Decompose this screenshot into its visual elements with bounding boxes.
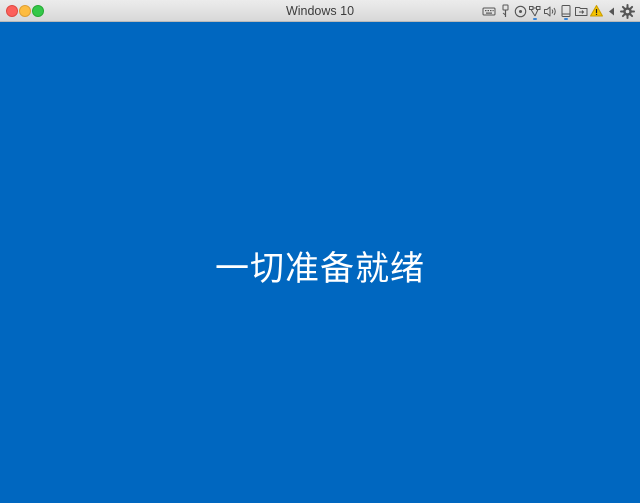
close-button[interactable]: [6, 5, 18, 17]
minimize-button[interactable]: [19, 5, 31, 17]
network-icon[interactable]: [528, 3, 543, 20]
sound-icon[interactable]: [543, 3, 558, 19]
title-bar[interactable]: Windows 10: [0, 0, 640, 22]
zoom-button[interactable]: [32, 5, 44, 17]
warning-icon[interactable]: [589, 3, 604, 19]
network-active-indicator: [533, 18, 537, 20]
back-arrow-icon[interactable]: [604, 3, 619, 19]
setup-status-message: 一切准备就绪: [215, 249, 425, 289]
usb-icon[interactable]: [498, 3, 513, 19]
shared-folder-icon[interactable]: [574, 3, 589, 19]
keyboard-icon[interactable]: [482, 3, 497, 19]
cd-icon[interactable]: [513, 3, 528, 19]
tablet-active-indicator: [564, 18, 568, 20]
vm-screen[interactable]: 一切准备就绪: [0, 22, 640, 503]
tablet-icon[interactable]: [559, 3, 574, 20]
settings-gear-icon[interactable]: [620, 3, 635, 19]
vm-window: Windows 10 一切准备就绪: [0, 0, 640, 503]
